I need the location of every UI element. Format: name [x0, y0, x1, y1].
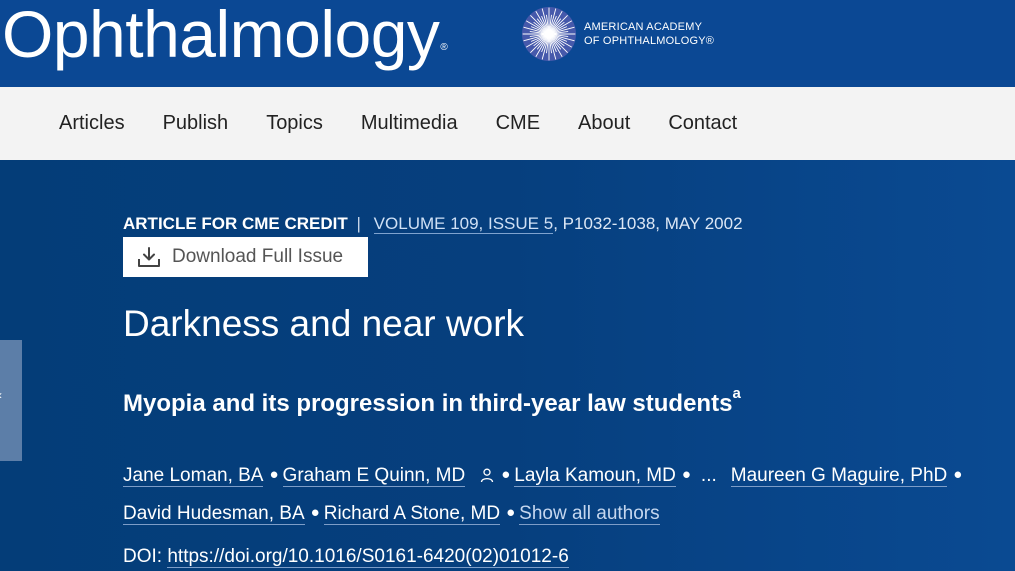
- author-link[interactable]: David Hudesman, BA: [123, 503, 305, 525]
- meta-separator: |: [356, 214, 361, 233]
- person-icon[interactable]: [479, 467, 495, 483]
- brand-header: Ophthalmology® AMERICAN ACADEMY OF OPHTH…: [0, 0, 1015, 87]
- main-nav: Articles Publish Topics Multimedia CME A…: [0, 87, 1015, 160]
- author-separator: ●: [310, 504, 320, 521]
- footnote-link[interactable]: a: [732, 385, 740, 402]
- aao-line-2: OF OPHTHALMOLOGY®: [584, 35, 715, 47]
- doi-link[interactable]: https://doi.org/10.1016/S0161-6420(02)01…: [167, 546, 569, 568]
- author-separator: ●: [953, 466, 963, 483]
- author-separator: ●: [269, 466, 279, 483]
- trademark-symbol: ®: [440, 42, 448, 53]
- author-separator: ●: [501, 466, 511, 483]
- download-full-issue-button[interactable]: Download Full Issue: [123, 237, 368, 277]
- pages-date: , P1032-1038, MAY 2002: [553, 214, 743, 233]
- download-icon: [138, 247, 160, 267]
- article-subtitle: Myopia and its progression in third-year…: [123, 385, 741, 418]
- authors-ellipsis: ...: [700, 465, 717, 486]
- author-separator: ●: [681, 466, 691, 483]
- download-label: Download Full Issue: [172, 246, 344, 267]
- nav-cme[interactable]: CME: [496, 112, 540, 135]
- subtitle-text: Myopia and its progression in third-year…: [123, 390, 733, 417]
- nav-publish[interactable]: Publish: [163, 112, 229, 135]
- nav-topics[interactable]: Topics: [266, 112, 323, 135]
- journal-logo[interactable]: Ophthalmology®: [2, 0, 448, 74]
- author-link[interactable]: Layla Kamoun, MD: [514, 465, 676, 487]
- side-panel-toggle[interactable]: ‹: [0, 340, 22, 461]
- doi-label: DOI:: [123, 546, 163, 567]
- author-list: Jane Loman, BA ● Graham E Quinn, MD ● Layla …: [123, 456, 1015, 532]
- author-link[interactable]: Graham E Quinn, MD: [282, 465, 466, 487]
- doi-line: DOI: https://doi.org/10.1016/S0161-6420(…: [123, 546, 569, 568]
- article-type: ARTICLE FOR CME CREDIT: [123, 214, 348, 233]
- author-separator: ●: [506, 504, 516, 521]
- nav-articles[interactable]: Articles: [59, 112, 125, 135]
- aao-line-1: AMERICAN ACADEMY: [584, 21, 703, 33]
- article-title: Darkness and near work: [123, 303, 525, 344]
- nav-multimedia[interactable]: Multimedia: [361, 112, 458, 135]
- volume-issue-link[interactable]: VOLUME 109, ISSUE 5: [373, 214, 554, 234]
- journal-name: Ophthalmology: [2, 0, 440, 71]
- author-link[interactable]: Richard A Stone, MD: [323, 503, 501, 525]
- article-meta: ARTICLE FOR CME CREDIT | VOLUME 109, ISS…: [123, 214, 743, 234]
- chevron-left-icon: ‹: [0, 388, 2, 402]
- aao-wordmark[interactable]: AMERICAN ACADEMY OF OPHTHALMOLOGY®: [584, 20, 714, 48]
- author-link[interactable]: Maureen G Maguire, PhD: [730, 465, 948, 487]
- nav-contact[interactable]: Contact: [668, 112, 737, 135]
- nav-about[interactable]: About: [578, 112, 630, 135]
- author-link[interactable]: Jane Loman, BA: [123, 465, 264, 487]
- show-all-authors-link[interactable]: Show all authors: [519, 503, 660, 525]
- aao-starburst-logo[interactable]: [521, 6, 577, 62]
- article-header: ‹ ARTICLE FOR CME CREDIT | VOLUME 109, I…: [0, 160, 1015, 571]
